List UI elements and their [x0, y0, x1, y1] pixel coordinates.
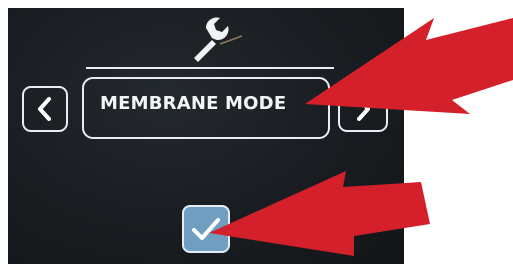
header-divider — [86, 67, 334, 69]
device-screen: MEMBRANE MODE — [8, 8, 404, 264]
mode-display: MEMBRANE MODE — [82, 77, 330, 139]
previous-mode-button[interactable] — [22, 86, 68, 132]
checkmark-icon — [192, 218, 220, 240]
wrench-icon — [194, 17, 243, 62]
chevron-left-icon — [38, 97, 51, 121]
mode-label: MEMBRANE MODE — [100, 93, 287, 114]
chevron-right-icon — [357, 97, 370, 121]
confirm-button[interactable] — [182, 205, 230, 253]
next-mode-button[interactable] — [338, 86, 388, 132]
